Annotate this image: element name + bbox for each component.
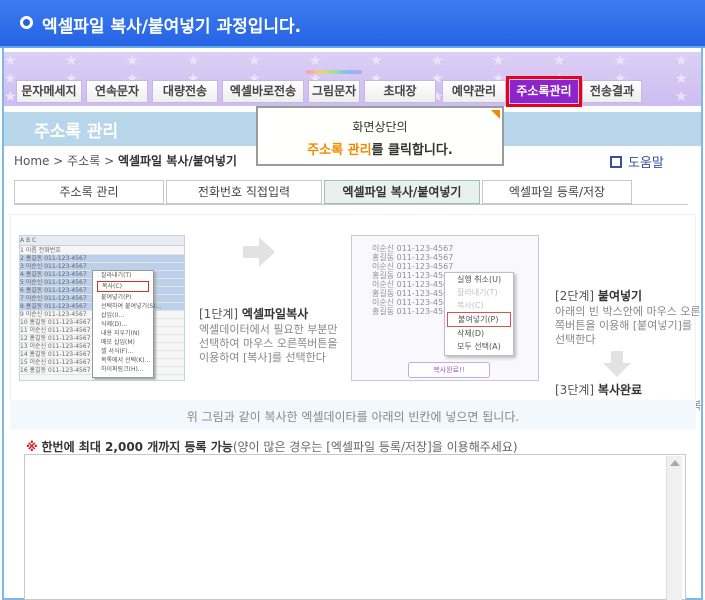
excel-menu-item: 복사(C) [97,281,149,292]
help-icon [610,156,622,168]
excel-menu-item: 잘라내기(T) [101,272,132,279]
section-title: 주소록 관리 [34,122,119,142]
step1-label: [1단계] [199,307,239,321]
paste-row: 이순신 011-123-4567 [372,298,454,307]
paste-menu-item: 붙여넣기(P) [447,312,511,327]
menu-item-1[interactable]: 연속문자 [86,80,148,103]
paste-menu-item: 실행 취소(U) [457,275,502,284]
limit-rest: (양이 많은 경우는 [엑셀파일 등록/저장]을 이용해주세요) [232,440,518,454]
help-link[interactable]: 도움말 [610,152,664,171]
arrow-right-icon [243,237,275,267]
tooltip-emphasis: 주소록 관리 [307,143,372,158]
step1-description: 엑셀데이터에서 필요한 부분만 선택하여 마우스 오른쪽버튼을 이용하여 [복사… [199,323,349,365]
paste-row: 홍길동 011-123-4567 [372,271,454,280]
paste-menu-item: 복사(C) [457,301,484,310]
limit-bold: 한번에 최대 2,000 개까지 등록 가능 [41,440,233,454]
paste-screenshot: 이순신 011-123-4567 홍길동 011-123-4567 이순신 011-… [351,235,539,381]
step2-description: 아래의 빈 박스안에 마우스 오른쪽버튼을 이용해 [붙여넣기]를 선택한다 [555,305,705,347]
excel-context-menu: 잘라내기(T) 복사(C) 붙여넣기(P) 선택하여 붙여넣기(S)... 삽입(I).… [92,270,162,378]
paste-row: 홍길동 011-123-4567 [372,253,454,262]
excel-menu-item: 내용 지우기(N) [101,330,140,337]
step2-desc-key: 붙여넣기 [637,319,678,332]
copy-done-illustration: 복사완료!! [408,362,490,378]
content-frame: ★ ★ ★ ★ ★ ★ ★ ★ ★ ★ ★ ★ ★ ★ ★ ★ ★ ★ ★ ★ ★… [2,48,703,600]
paste-row: 이순신 011-123-4567 [372,244,454,253]
menu-item-4[interactable]: 그림문자 [308,80,360,103]
excel-menu-item: 삭제(D)... [101,321,128,328]
paste-row: 이순신 011-123-4567 [372,262,454,271]
excel-menu-item: 목록에서 선택(K)... [101,357,151,364]
excel-menu-item: 붙여넣기(P) [101,294,132,301]
tooltip-line2: 주소록 관리를 클릭합니다. [258,139,502,158]
breadcrumb-home[interactable]: Home [14,154,49,168]
tooltip-rest: 를 클릭합니다. [371,143,453,158]
paste-row: 홍길동 011-123-4567 [372,307,454,316]
excel-row: 2 홍길동 011-123-4567 [20,255,184,263]
paste-context-menu: 실행 취소(U) 잘라내기(T) 복사(C) 붙여넣기(P) 삭제(D) 모두 선택(A) [444,272,514,356]
tab-3[interactable]: 엑셀파일 등록/저장 [482,180,632,204]
breadcrumb: Home > 주소록 > 엑셀파일 복사/붙여넣기 [14,152,237,169]
guide-tooltip: 화면상단의 주소록 관리를 클릭합니다. [256,106,504,166]
paste-textarea[interactable] [24,454,686,600]
title-bar: 엑셀파일 복사/붙여넣기 과정입니다. [0,0,705,48]
excel-menu-item: 셀 서식(F)... [101,348,134,355]
excel-menu-item: 선택하여 붙여넣기(S)... [101,303,162,310]
step2-name: 붙여넣기 [597,289,643,303]
excel-row: 1 이름 전화번호 [20,247,184,255]
bullet-icon [20,16,33,29]
help-label: 도움말 [628,156,664,171]
excel-menu-item: 메모 삽입(M) [101,339,135,346]
rainbow-decoration [306,70,362,74]
step3-label: [3단계] [555,383,595,397]
window-title: 엑셀파일 복사/붙여넣기 과정입니다. [42,17,302,37]
menu-band: ★ ★ ★ ★ ★ ★ ★ ★ ★ ★ ★ ★ ★ ★ ★ ★ ★ ★ ★ ★ ★… [4,52,701,107]
menu-item-3[interactable]: 엑셀바로전송 [222,80,304,103]
tab-2[interactable]: 엑셀파일 복사/붙여넣기 [324,180,480,204]
notice-mark: ※ [26,440,38,454]
excel-screenshot-copy: A B C 1 이름 전화번호 2 홍길동 011-123-4567 3 이순신 0… [19,235,185,381]
breadcrumb-current: 엑셀파일 복사/붙여넣기 [117,154,237,168]
highlight-box [506,76,582,107]
guide-illustration: A B C 1 이름 전화번호 2 홍길동 011-123-4567 3 이순신 0… [10,214,701,426]
corner-mark-icon [491,110,500,119]
menu-item-0[interactable]: 문자메세지 [16,80,82,103]
tab-1[interactable]: 전화번호 직접입력 [166,180,322,204]
step2-title: [2단계] 붙여넣기 [555,287,642,304]
menu-item-2[interactable]: 대량전송 [152,80,218,103]
tab-0[interactable]: 주소록 관리 [14,180,164,204]
arrow-down-icon [603,351,631,377]
paste-row: 홍길동 011-123-4567 [372,289,454,298]
paste-menu-item: 잘라내기(T) [457,288,498,297]
step1-desc-post: ]를 선택한다 [267,351,326,364]
tab-divider [14,204,688,205]
excel-menu-item: 삽입(I)... [101,312,125,319]
breadcrumb-separator: > [100,154,118,168]
menu-item-5[interactable]: 초대장 [364,80,436,103]
step1-name: 엑셀파일복사 [241,307,309,321]
scroll-up-icon[interactable] [670,460,680,466]
tooltip-line1: 화면상단의 [352,120,408,134]
textarea-scrollbar[interactable] [666,456,682,600]
limit-notice: ※ 한번에 최대 2,000 개까지 등록 가능(양이 많은 경우는 [엑셀파일… [26,438,518,455]
step1-title: [1단계] 엑셀파일복사 [199,305,308,322]
caption-text: 위 그림과 같이 복사한 엑셀데이타를 아래의 빈칸에 넣으면 됩니다. [186,410,520,424]
breadcrumb-separator: > [49,154,68,168]
excel-menu-item: 하이퍼링크(H)... [101,366,144,373]
step2-label: [2단계] [555,289,595,303]
paste-row: 이순신 011-123-4567 [372,280,454,289]
paste-menu-item: 삭제(D) [457,329,485,338]
excel-column-header: A B C [20,236,184,246]
step3-name: 복사완료 [597,383,643,397]
menu-item-8[interactable]: 전송결과 [582,80,642,103]
paste-menu-item: 모두 선택(A) [457,342,501,351]
step3-title: [3단계] 복사완료 [555,381,642,398]
breadcrumb-parent[interactable]: 주소록 [67,154,100,168]
caption-bar: 위 그림과 같이 복사한 엑셀데이타를 아래의 빈칸에 넣으면 됩니다. [10,400,696,430]
menu-item-6[interactable]: 예약관리 [442,80,506,103]
step1-desc-key: 복사 [247,351,268,364]
